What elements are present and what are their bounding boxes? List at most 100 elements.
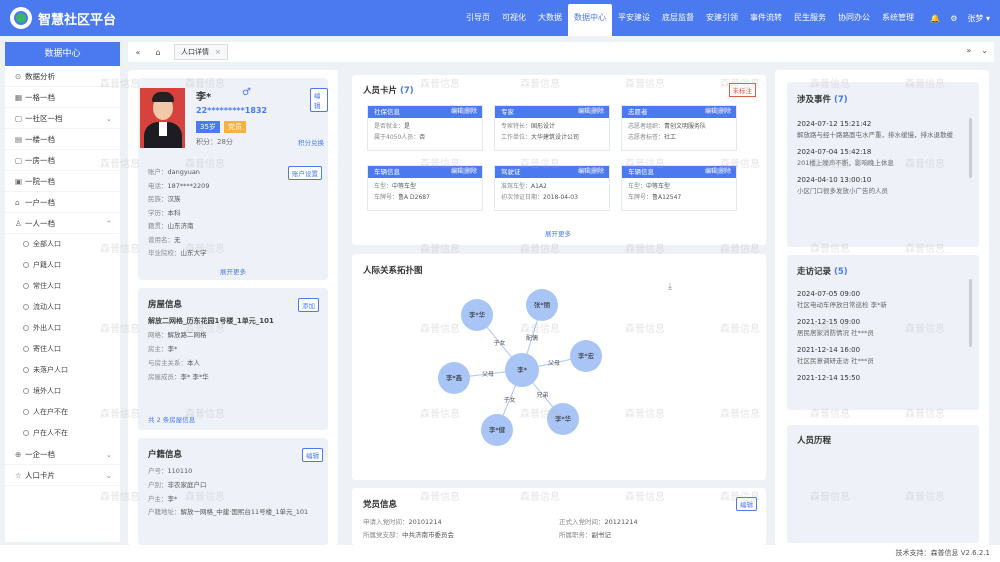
sidebar-subitem[interactable]: 境外人口 — [5, 381, 120, 402]
field-value: 20121214 — [604, 518, 638, 526]
sidebar-item[interactable]: ⊕ 一企一档 ⌄ — [5, 444, 120, 465]
person-card[interactable]: 社保信息 编辑|删除 是否就业：是 属于4050人员：否 — [367, 105, 483, 151]
sidebar-subitem[interactable]: 流动人口 — [5, 297, 120, 318]
field-value: 187****2209 — [167, 181, 210, 190]
points-redeem-link[interactable]: 积分兑换 — [298, 137, 324, 147]
record-time: 2024-07-12 15:21:42 — [797, 120, 872, 128]
edit-delete-actions[interactable]: 编辑|删除 — [451, 166, 477, 178]
person-card[interactable]: 车辆信息 编辑|删除 车型：中等车型 车牌号：鲁A12547 — [621, 165, 737, 211]
collapse-icon[interactable]: « — [128, 48, 148, 57]
relation-graph — [453, 304, 587, 431]
edit-household-button[interactable]: 编辑 — [302, 448, 323, 462]
expand-more-link[interactable]: 展开更多 — [220, 266, 246, 276]
person-card[interactable]: 志愿者 编辑|删除 志愿者组织：青创文明服务队 志愿者标签：社工 — [621, 105, 737, 151]
sidebar-item[interactable]: ☆ 人口卡片 ⌄ — [5, 465, 120, 486]
relation-node[interactable]: 李*鑫 — [438, 362, 470, 394]
sidebar-subitem-label: 流动人口 — [33, 303, 61, 311]
user-menu[interactable]: 张梦 ▾ — [967, 13, 990, 24]
record-time: 2024-07-04 15:42:18 — [797, 148, 872, 156]
sidebar-subitem-label: 户在人不在 — [33, 429, 68, 437]
sidebar-subitem-label: 寄住人口 — [33, 345, 61, 353]
edit-profile-button[interactable]: 编辑 — [310, 88, 328, 112]
sidebar-item[interactable]: ▤ 一楼一档 — [5, 129, 120, 150]
tab-person-detail[interactable]: 人口详情 × — [174, 44, 228, 60]
double-chevron-right-icon[interactable]: » — [966, 46, 971, 55]
add-house-button[interactable]: 添加 — [298, 298, 319, 312]
party-fields: 申请入党时间：20101214 正式入党时间：20121214 所属党支部：中共济南… — [363, 516, 763, 542]
sidebar-item[interactable]: ▢ 一房一档 — [5, 150, 120, 171]
field-row: 所属党支部：中共济南市委员会 — [363, 529, 559, 542]
field-label: 账户： — [148, 168, 168, 176]
sidebar-subitem[interactable]: 寄住人口 — [5, 339, 120, 360]
relation-node[interactable]: 李*健 — [481, 414, 513, 446]
topnav-item[interactable]: 大数据 — [532, 0, 568, 36]
sidebar-subitem[interactable]: 常住人口 — [5, 276, 120, 297]
topnav-item[interactable]: 数据中心 — [568, 4, 612, 36]
logo[interactable]: 智慧社区平台 — [0, 7, 240, 29]
sidebar-subitem[interactable]: 外出人口 — [5, 318, 120, 339]
edit-party-button[interactable]: 编辑 — [736, 497, 757, 511]
edit-delete-actions[interactable]: 编辑|删除 — [578, 106, 604, 118]
sidebar-subitem[interactable]: 人在户不在 — [5, 402, 120, 423]
sidebar-subitem-label: 境外人口 — [33, 387, 61, 395]
edit-delete-actions[interactable]: 编辑|删除 — [705, 106, 731, 118]
relation-node[interactable]: 张*丽 — [526, 289, 558, 321]
field-label: 车牌号： — [374, 194, 399, 201]
sidebar-subitem[interactable]: 未落户人口 — [5, 360, 120, 381]
sidebar-subitem[interactable]: 全部人口 — [5, 234, 120, 255]
enterprise-icon: ⊕ — [15, 450, 22, 459]
topnav-item[interactable]: 底层监督 — [656, 0, 700, 36]
field-value: 本人 — [187, 359, 200, 367]
account-settings-button[interactable]: 账户设置 — [288, 166, 322, 180]
topnav-item[interactable]: 民生服务 — [788, 0, 832, 36]
topnav-item[interactable]: 平安建设 — [612, 0, 656, 36]
sidebar-item[interactable]: ⌂ 一户一档 — [5, 192, 120, 213]
person-card[interactable]: 驾驶证 编辑|删除 准驾车型：A1A2 初次领证日期：2018-04-03 — [494, 165, 610, 211]
chevron-down-icon[interactable]: ⌄ — [981, 46, 988, 55]
relation-center-node[interactable]: 李* — [505, 353, 539, 387]
topnav-item[interactable]: 事件流转 — [744, 0, 788, 36]
field-row: 与房主关系：本人 — [148, 356, 318, 370]
person-card[interactable]: 专家 编辑|删除 专家特长：国形设计 工作单位：大华建筑设计公司 — [494, 105, 610, 151]
visits-scrollbar[interactable] — [969, 279, 972, 347]
sidebar-item-label: 数据分析 — [25, 72, 55, 81]
field-row: 正式入党时间：20121214 — [559, 516, 755, 529]
field-value: 国形设计 — [531, 123, 556, 130]
field-value: 中共济南市委员会 — [402, 531, 454, 539]
sidebar-item[interactable]: ♙ 一人一档 ⌃ — [5, 213, 120, 234]
sidebar-subitem[interactable]: 户在人不在 — [5, 423, 120, 444]
close-icon[interactable]: × — [215, 48, 221, 56]
home-icon[interactable]: ⌂ — [148, 48, 168, 57]
edit-delete-actions[interactable]: 编辑|删除 — [705, 166, 731, 178]
relation-node[interactable]: 李*华 — [461, 299, 493, 331]
relation-node[interactable]: 李*宏 — [570, 340, 602, 372]
unmarked-badge[interactable]: 未标注 — [728, 83, 756, 97]
topnav-item[interactable]: 安建引领 — [700, 0, 744, 36]
settings-icon[interactable]: ⚙ — [950, 14, 957, 23]
topnav-item[interactable]: 协同办公 — [832, 0, 876, 36]
events-scrollbar[interactable] — [969, 118, 972, 178]
footer: 技术支持：森普信息 V2.6.2.1 — [0, 545, 1000, 562]
sidebar-item[interactable]: ⊙ 数据分析 — [5, 66, 120, 87]
topnav-item[interactable]: 可视化 — [496, 0, 532, 36]
field-label: 毕业院校： — [148, 249, 181, 257]
edit-delete-actions[interactable]: 编辑|删除 — [451, 106, 477, 118]
sidebar-item[interactable]: ▢ 一社区一档 ⌄ — [5, 108, 120, 129]
sidebar-subitem[interactable]: 户籍人口 — [5, 255, 120, 276]
sidebar-item[interactable]: ▣ 一院一档 — [5, 171, 120, 192]
sidebar-subitem-label: 常住人口 — [33, 282, 61, 290]
relation-node[interactable]: 李*华 — [547, 403, 579, 435]
cards-expand-link[interactable]: 展开更多 — [545, 228, 571, 238]
person-card[interactable]: 车辆信息 编辑|删除 车型：中等车型 车牌号：鲁A D2687 — [367, 165, 483, 211]
field-label: 房屋成员： — [148, 373, 181, 381]
person-card-body: 准驾车型：A1A2 初次领证日期：2018-04-03 — [495, 178, 609, 206]
house-more-link[interactable]: 共 2 条房屋信息 — [148, 414, 195, 424]
topnav-item[interactable]: 系统管理 — [876, 0, 920, 36]
person-card-title: 志愿者 — [628, 108, 648, 116]
field-value: 李* 李*华 — [180, 373, 209, 381]
history-title: 人员历程 — [797, 436, 832, 446]
topnav-item[interactable]: 引导页 — [460, 0, 496, 36]
sidebar-item[interactable]: ▦ 一格一档 — [5, 87, 120, 108]
edit-delete-actions[interactable]: 编辑|删除 — [578, 166, 604, 178]
bell-icon[interactable]: 🔔 — [930, 14, 940, 23]
